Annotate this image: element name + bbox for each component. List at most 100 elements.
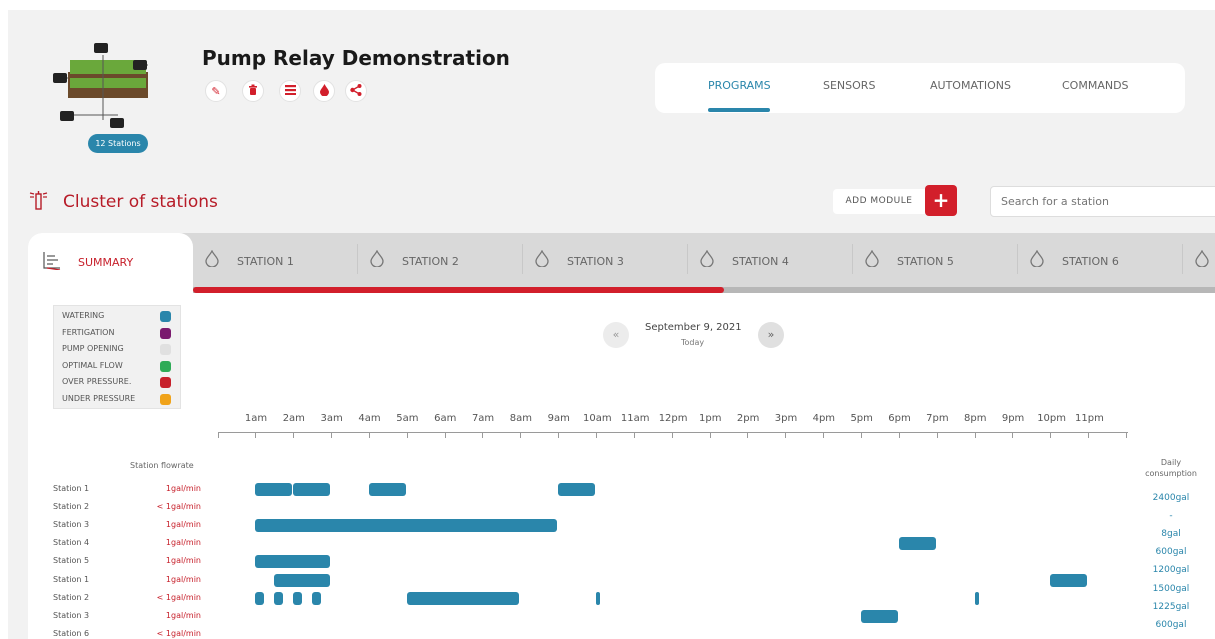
station-row-flowrate: 1gal/min	[165, 574, 201, 584]
legend-swatch	[160, 327, 171, 339]
summary-icon	[42, 250, 62, 271]
legend-swatch	[160, 393, 171, 405]
list-icon	[284, 84, 296, 98]
tab-divider	[522, 244, 523, 274]
tab-station-3[interactable]: STATION 3	[567, 255, 624, 268]
watering-bar[interactable]	[974, 591, 980, 605]
consumption-header: Daily consumption	[1140, 457, 1202, 479]
legend-label: OVER PRESSURE.	[62, 377, 132, 386]
tab-divider	[687, 244, 688, 274]
watering-bar[interactable]	[406, 591, 520, 605]
tab-station-1[interactable]: STATION 1	[237, 255, 294, 268]
list-button[interactable]	[279, 80, 301, 102]
drop-outline-icon	[1195, 249, 1209, 271]
hour-tick-label: 11pm	[1075, 413, 1104, 424]
station-row-name: Station 1	[53, 574, 90, 584]
station-search-input[interactable]	[990, 186, 1215, 217]
tab-station-2[interactable]: STATION 2	[402, 255, 459, 268]
drop-outline-icon	[535, 249, 549, 271]
station-row-name: Station 6	[53, 628, 90, 638]
watering-bar[interactable]	[558, 483, 595, 496]
share-icon	[350, 83, 362, 99]
tab-divider	[852, 244, 853, 274]
watering-bar[interactable]	[368, 483, 406, 496]
active-tab-indicator	[708, 108, 770, 112]
cluster-logo	[48, 40, 158, 135]
watering-bar[interactable]	[274, 573, 331, 587]
station-row-flowrate: 1gal/min	[165, 556, 201, 566]
tab-programs[interactable]: PROGRAMS	[708, 79, 771, 92]
share-button[interactable]	[345, 80, 367, 102]
watering-bar[interactable]	[898, 537, 936, 551]
trash-icon	[248, 84, 258, 98]
station-row-flowrate: 1gal/min	[165, 610, 201, 620]
consumption-header-line-2: consumption	[1145, 469, 1197, 478]
watering-bar[interactable]	[255, 555, 331, 569]
station-row-consumption: -	[1169, 511, 1173, 522]
legend: WATERING FERTIGATION PUMP OPENING OPTIMAL F…	[53, 305, 181, 409]
watering-bar[interactable]	[293, 483, 331, 496]
hour-tick-label: 7am	[471, 413, 495, 424]
cluster-title: Cluster of stations	[63, 192, 218, 212]
hour-tick-label: 6pm	[888, 413, 911, 424]
station-row-consumption: 600gal	[1155, 547, 1187, 558]
hour-tick-label: 7pm	[926, 413, 949, 424]
station-row-flowrate: 1gal/min	[165, 484, 201, 493]
drop-outline-icon	[370, 249, 384, 271]
flowrate-header: Station flowrate	[130, 461, 194, 470]
watering-bar[interactable]	[293, 591, 302, 605]
station-row-flowrate: 1gal/min	[165, 538, 201, 548]
hour-tick-label: 9am	[547, 413, 570, 424]
watering-bar[interactable]	[596, 591, 600, 605]
station-row-consumption: 600gal	[1155, 619, 1187, 630]
station-row-name: Station 1	[53, 484, 90, 493]
watering-bar[interactable]	[312, 591, 321, 605]
station-row-consumption: 8gal	[1161, 529, 1181, 540]
station-row-name: Station 2	[53, 502, 90, 512]
watering-bar[interactable]	[274, 591, 283, 605]
station-row-consumption: 2400gal	[1152, 493, 1190, 503]
tab-divider	[1182, 244, 1183, 274]
legend-swatch	[160, 311, 171, 322]
hour-tick-label: 10pm	[1037, 413, 1067, 424]
hour-tick-label: 2pm	[736, 413, 760, 424]
station-row-consumption: 1225gal	[1152, 601, 1190, 612]
tab-commands[interactable]: COMMANDS	[1062, 79, 1129, 92]
tab-divider	[1017, 244, 1018, 274]
station-row-flowrate: < 1gal/min	[156, 502, 201, 512]
delete-button[interactable]	[242, 80, 264, 102]
hour-tick-label: 3am	[320, 413, 343, 424]
watering-bar[interactable]	[255, 519, 558, 533]
legend-label: PUMP OPENING	[62, 344, 124, 353]
hour-tick-label: 11am	[620, 413, 650, 424]
watering-bar[interactable]	[255, 483, 293, 496]
station-row-name: Station 3	[53, 520, 90, 530]
tab-sensors[interactable]: SENSORS	[823, 79, 875, 92]
drop-outline-icon	[700, 249, 714, 271]
tab-automations[interactable]: AUTOMATIONS	[930, 79, 1011, 92]
hour-tick-label: 4am	[358, 413, 381, 424]
add-module-button[interactable]: +	[925, 185, 957, 216]
consumption-header-line-1: Daily	[1160, 458, 1182, 467]
fertigation-button[interactable]	[313, 80, 335, 102]
tab-station-5[interactable]: STATION 5	[897, 255, 954, 268]
station-row-flowrate: 1gal/min	[165, 520, 201, 530]
watering-bar[interactable]	[860, 609, 898, 623]
add-module-label[interactable]: ADD MODULE	[833, 189, 925, 214]
edit-button[interactable]: ✎	[205, 80, 227, 102]
tab-station-4[interactable]: STATION 4	[732, 255, 789, 268]
tab-station-6[interactable]: STATION 6	[1062, 255, 1119, 268]
hour-tick-label: 9pm	[1001, 413, 1025, 424]
station-row-flowrate: < 1gal/min	[156, 592, 201, 602]
station-row-flowrate: < 1gal/min	[156, 628, 201, 638]
summary-tab-label: SUMMARY	[78, 256, 134, 269]
next-day-button[interactable]: »	[758, 322, 784, 348]
station-row-name: Station 4	[53, 538, 90, 548]
watering-bar[interactable]	[255, 591, 264, 605]
watering-bar[interactable]	[1050, 573, 1088, 587]
station-row-name: Station 5	[53, 556, 90, 566]
hour-tick-label: 5pm	[850, 413, 873, 424]
legend-swatch	[160, 344, 171, 355]
previous-day-button[interactable]: «	[603, 322, 629, 348]
station-row-name: Station 3	[53, 610, 90, 620]
